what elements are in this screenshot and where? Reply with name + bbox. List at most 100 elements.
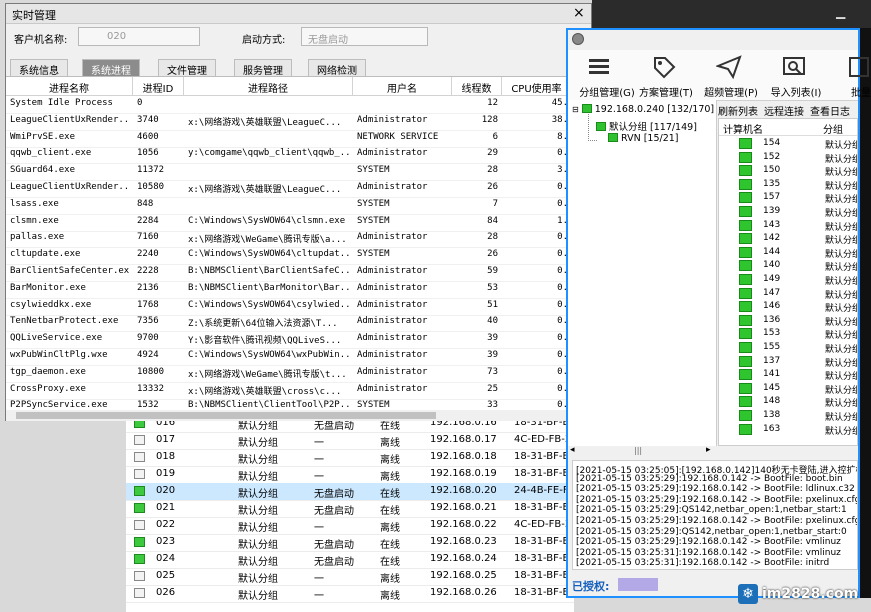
- column-header[interactable]: 用户名: [353, 77, 452, 95]
- tab-1[interactable]: 系统进程: [82, 59, 140, 77]
- client-row[interactable]: 026 默认分组 一 离线 192.168.0.26 18-31-BF-E: [126, 585, 574, 603]
- client-row[interactable]: 025 默认分组 一 离线 192.168.0.25 18-31-BF-E: [126, 568, 574, 586]
- table-row[interactable]: LeagueClientUxRender... 10580 x:\网络游戏\英雄联盟…: [6, 180, 572, 198]
- table-row[interactable]: SGuard64.exe 11372 SYSTEM 28 3.: [6, 163, 572, 182]
- table-row[interactable]: lsass.exe 848 SYSTEM 7 0.: [6, 197, 572, 215]
- computer-row[interactable]: 137 默认分组: [719, 355, 857, 369]
- computer-row[interactable]: 154 默认分组: [719, 137, 857, 151]
- computer-row[interactable]: 157 默认分组: [719, 191, 857, 205]
- computer-row[interactable]: 150 默认分组: [719, 164, 857, 178]
- tree-group-default[interactable]: 默认分组 [117/149]: [596, 119, 697, 133]
- computer-row[interactable]: 138 默认分组: [719, 409, 857, 423]
- tab-0[interactable]: 系统信息: [10, 59, 68, 77]
- link-2[interactable]: 查看日志: [810, 103, 850, 118]
- column-header[interactable]: 进程名称: [6, 77, 133, 95]
- table-row[interactable]: qqwb_client.exe 1056 y:\comgame\qqwb_clien…: [6, 146, 572, 165]
- scroll-left-icon[interactable]: ◂: [570, 445, 575, 455]
- table-row[interactable]: wxPubWinCltPlg.wxe 4924 C:\Windows\SysWOW6…: [6, 348, 572, 366]
- toolbar-button-3[interactable]: 导入列表(I): [763, 50, 821, 100]
- table-row[interactable]: BarMonitor.exe 2136 B:\NBMSClient\BarMonit…: [6, 281, 572, 299]
- table-row[interactable]: tgp_daemon.exe 10800 x:\网络游戏\WeGame\腾讯专版\t…: [6, 365, 572, 383]
- column-header[interactable]: CPU使用率: [502, 77, 572, 95]
- client-cell: 一: [314, 574, 324, 585]
- boot-mode-field[interactable]: 无盘启动: [301, 27, 428, 46]
- client-row[interactable]: 017 默认分组 一 离线 192.168.0.17 4C-ED-FB-3: [126, 432, 574, 450]
- client-row[interactable]: 022 默认分组 一 离线 192.168.0.22 4C-ED-FB-3: [126, 517, 574, 535]
- table-row[interactable]: QQLiveService.exe 9700 Y:\影音软件\腾讯视频\QQLive…: [6, 331, 572, 350]
- column-header[interactable]: 线程数: [452, 77, 502, 95]
- table-cell: x:\网络游戏\英雄联盟\cross\c...: [188, 386, 342, 397]
- link-1[interactable]: 远程连接: [764, 103, 804, 118]
- table-cell: 3740: [137, 114, 159, 125]
- column-computer-name[interactable]: 计算机名: [723, 121, 763, 136]
- computer-name: 144: [763, 246, 781, 257]
- horizontal-scrollbar[interactable]: [6, 410, 572, 421]
- toolbar-button-0[interactable]: 分组管理(G): [568, 50, 635, 100]
- table-row[interactable]: pallas.exe 7160 x:\网络游戏\WeGame\腾讯专版\a... Ad…: [6, 230, 572, 249]
- computer-name: 152: [763, 151, 781, 162]
- license-status: 已授权:: [572, 580, 610, 593]
- close-icon[interactable]: ×: [573, 5, 585, 21]
- scroll-right-icon[interactable]: ▸: [706, 445, 711, 455]
- computer-row[interactable]: 149 默认分组: [719, 273, 857, 287]
- computer-icon: [134, 588, 145, 598]
- column-group[interactable]: 分组: [823, 121, 843, 136]
- client-row[interactable]: 020 默认分组 无盘启动 在线 192.168.0.20 24-4B-FE-F: [126, 483, 574, 501]
- computer-row[interactable]: 141 默认分组: [719, 368, 857, 382]
- table-cell: Z:\系统更新\64位输入法资源\T...: [188, 319, 338, 330]
- column-header[interactable]: 进程ID: [133, 77, 184, 95]
- tab-3[interactable]: 服务管理: [234, 59, 292, 77]
- table-row[interactable]: TenNetbarProtect.exe 7356 Z:\系统更新\64位输入法资源…: [6, 314, 572, 333]
- link-0[interactable]: 刷新列表: [718, 103, 758, 118]
- computer-row[interactable]: 163 默认分组: [719, 423, 857, 437]
- table-row[interactable]: WmiPrvSE.exe 4600 NETWORK SERVICE 6 8.: [6, 130, 572, 148]
- computer-row[interactable]: 145 默认分组: [719, 382, 857, 396]
- scrollbar-thumb[interactable]: [16, 412, 436, 419]
- computer-row[interactable]: 155 默认分组: [719, 341, 857, 355]
- table-row[interactable]: LeagueClientUxRender... 3740 x:\网络游戏\英雄联盟\…: [6, 113, 572, 131]
- table-row[interactable]: csylwieddkx.exe 1768 C:\Windows\SysWOW64\c…: [6, 298, 572, 316]
- computer-row[interactable]: 147 默认分组: [719, 287, 857, 301]
- client-cell: 024: [156, 553, 176, 564]
- tree-group-rvn[interactable]: RVN [15/21]: [608, 133, 679, 144]
- scroll-grip-icon[interactable]: |||: [634, 446, 642, 455]
- client-row[interactable]: 019 默认分组 一 离线 192.168.0.19 18-31-BF-E: [126, 466, 574, 484]
- table-cell: 6: [492, 131, 498, 142]
- computer-row[interactable]: 135 默认分组: [719, 178, 857, 192]
- table-cell: 2136: [137, 282, 159, 293]
- client-row[interactable]: 018 默认分组 一 离线 192.168.0.18 18-31-BF-E: [126, 449, 574, 467]
- table-row[interactable]: System Idle Process 0 12 45.: [6, 96, 572, 114]
- monitor-icon: [739, 178, 752, 190]
- table-cell: QQLiveService.exe: [10, 333, 103, 344]
- minimize-icon[interactable]: ▁: [836, 6, 848, 18]
- computer-row[interactable]: 140 默认分组: [719, 259, 857, 273]
- client-name-field[interactable]: 020: [78, 27, 200, 46]
- client-row[interactable]: 024 默认分组 无盘启动 在线 192.168.0.24 18-31-BF-E: [126, 551, 574, 569]
- computer-row[interactable]: 142 默认分组: [719, 232, 857, 246]
- computer-row[interactable]: 153 默认分组: [719, 327, 857, 341]
- toolbar-button-4[interactable]: 批量: [828, 50, 871, 100]
- tree-horizontal-scrollbar[interactable]: ◂ ||| ▸: [568, 445, 716, 457]
- column-header[interactable]: 进程路径: [184, 77, 353, 95]
- tab-2[interactable]: 文件管理: [158, 59, 216, 77]
- client-row[interactable]: 021 默认分组 无盘启动 在线 192.168.0.21 18-31-BF-E: [126, 500, 574, 518]
- client-row[interactable]: 023 默认分组 无盘启动 在线 192.168.0.23 18-31-BF-E: [126, 534, 574, 552]
- client-cell: 020: [156, 485, 176, 496]
- table-row[interactable]: clsmn.exe 2284 C:\Windows\SysWOW64\clsmn.e…: [6, 214, 572, 232]
- table-row[interactable]: cltupdate.exe 2240 C:\Windows\SysWOW64\clt…: [6, 247, 572, 266]
- computer-name: 146: [763, 301, 781, 312]
- computer-row[interactable]: 144 默认分组: [719, 246, 857, 260]
- computer-row[interactable]: 152 默认分组: [719, 151, 857, 165]
- table-cell: 0.: [557, 400, 568, 411]
- table-cell: 28: [487, 165, 498, 176]
- computer-row[interactable]: 146 默认分组: [719, 300, 857, 314]
- computer-row[interactable]: 139 默认分组: [719, 205, 857, 219]
- tab-4[interactable]: 网络检测: [308, 59, 366, 77]
- toolbar-button-2[interactable]: 超频管理(P): [698, 50, 758, 100]
- computer-row[interactable]: 136 默认分组: [719, 314, 857, 328]
- toolbar-button-1[interactable]: 方案管理(T): [633, 50, 693, 100]
- computer-row[interactable]: 148 默认分组: [719, 395, 857, 409]
- computer-row[interactable]: 143 默认分组: [719, 219, 857, 233]
- table-row[interactable]: CrossProxy.exe 13332 x:\网络游戏\英雄联盟\cross\c.…: [6, 382, 572, 400]
- table-row[interactable]: BarClientSafeCenter.exe 2228 B:\NBMSClient…: [6, 264, 572, 282]
